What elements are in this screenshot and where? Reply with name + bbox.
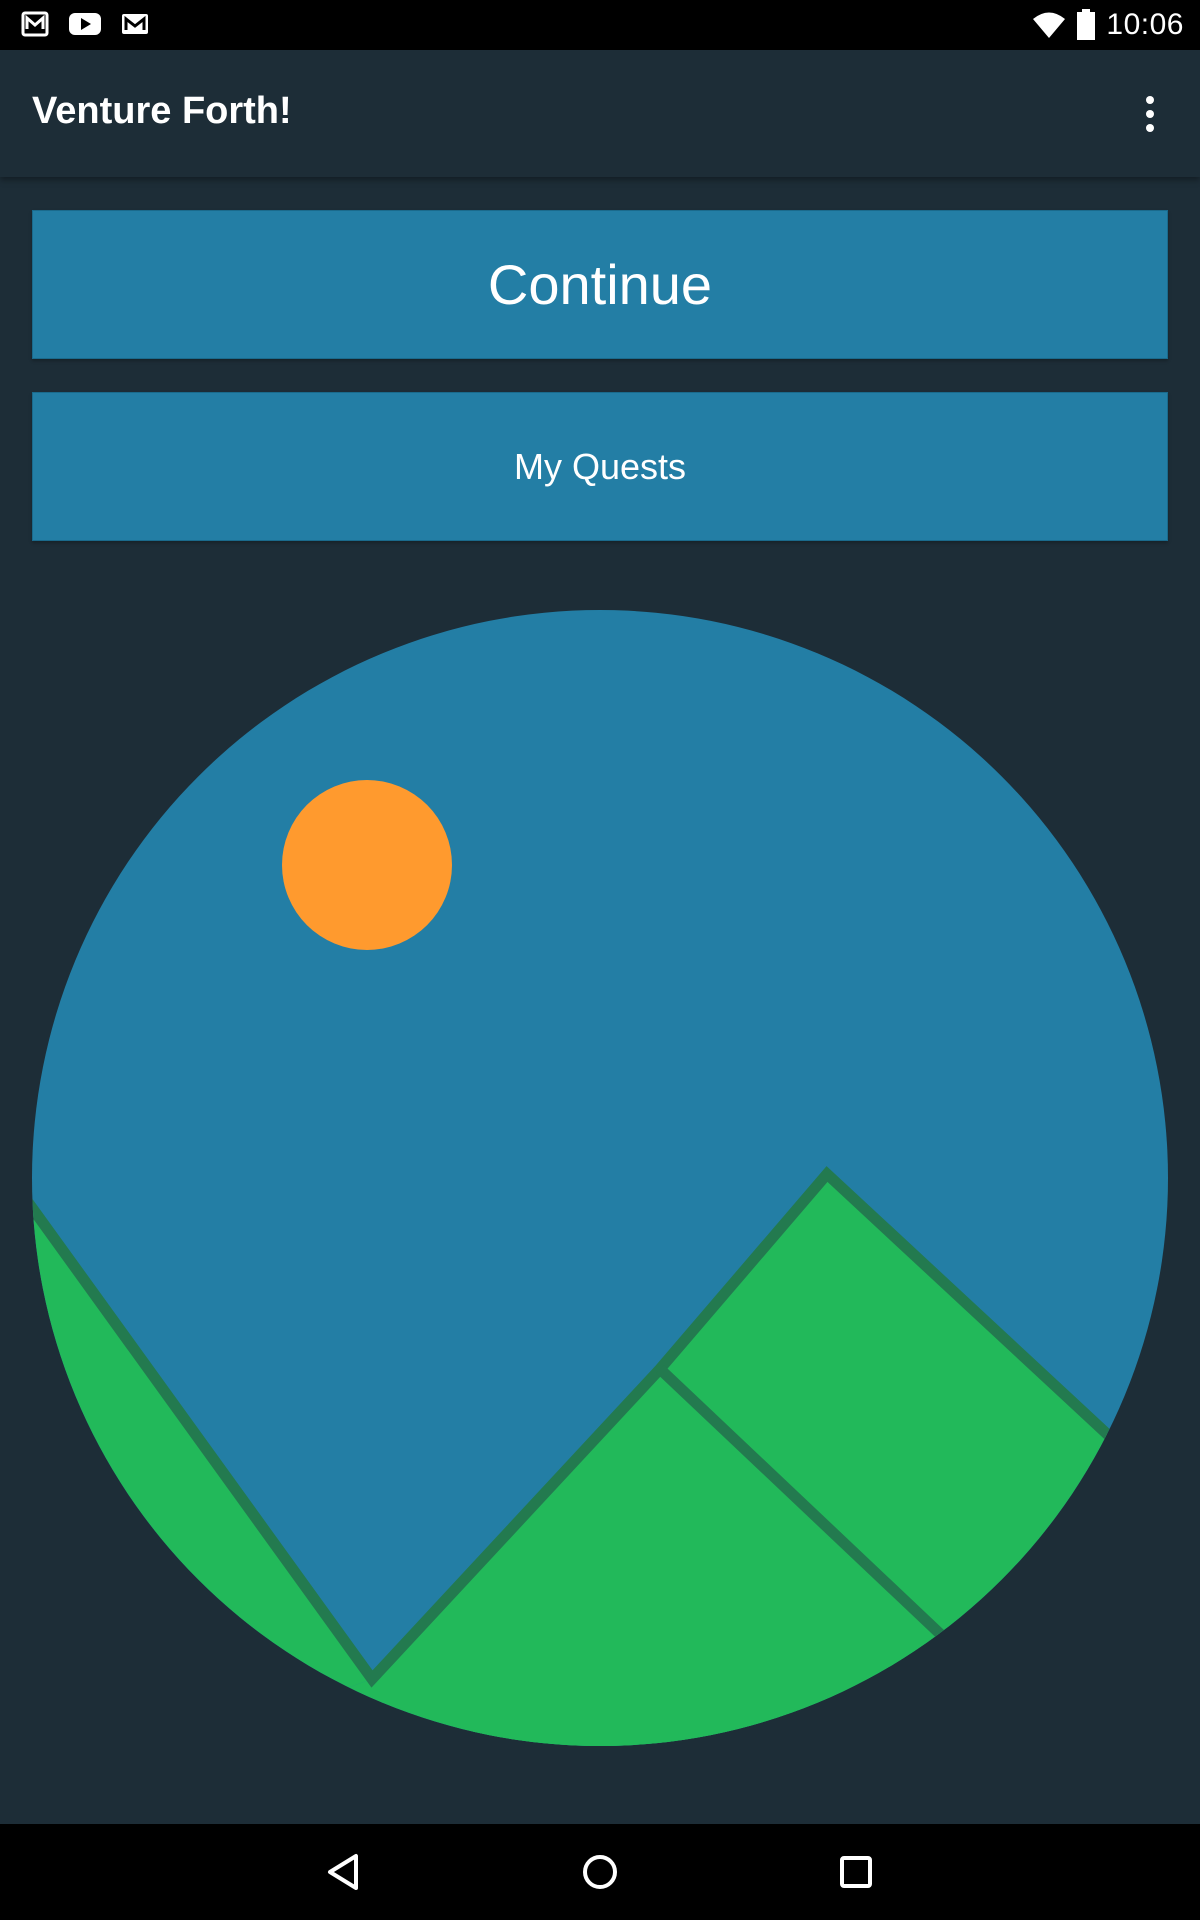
clock: 10:06 <box>1106 8 1184 41</box>
system-status: 10:06 <box>1032 0 1184 50</box>
status-bar: 10:06 <box>0 0 1200 50</box>
home-icon[interactable] <box>570 1842 630 1902</box>
continue-button[interactable]: Continue <box>32 210 1168 359</box>
battery-icon <box>1076 9 1096 41</box>
youtube-icon <box>68 9 102 39</box>
screen: 10:06 Venture Forth! Continue My Quests <box>0 0 1200 1920</box>
my-quests-button[interactable]: My Quests <box>32 392 1168 541</box>
gmail-icon <box>120 9 150 39</box>
wifi-icon <box>1032 10 1066 40</box>
sun-icon <box>282 780 452 950</box>
notification-icons <box>20 9 150 39</box>
recents-icon[interactable] <box>826 1842 886 1902</box>
app-bar: Venture Forth! <box>0 50 1200 177</box>
landscape-illustration <box>32 610 1168 1746</box>
more-vert-icon[interactable] <box>1130 88 1170 140</box>
main-content: Continue My Quests <box>0 177 1200 1824</box>
gmail-inbox-icon <box>20 9 50 39</box>
app-title: Venture Forth! <box>32 90 292 132</box>
navigation-bar <box>0 1824 1200 1920</box>
back-icon[interactable] <box>314 1842 374 1902</box>
